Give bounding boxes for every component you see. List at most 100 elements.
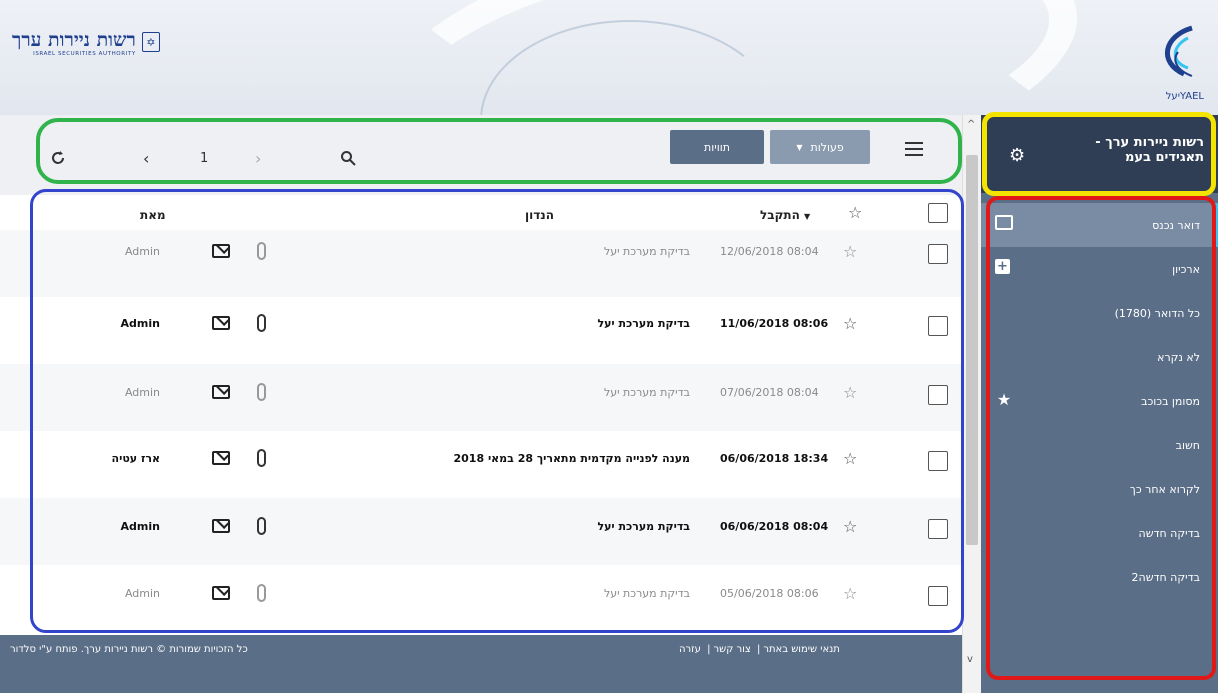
table-row[interactable]: Admin בדיקת מערכת יעל 12/06/2018 08:04 ☆ <box>0 230 962 297</box>
row-from: Admin <box>124 245 160 258</box>
vertical-scrollbar[interactable]: ^ v <box>962 115 981 693</box>
sidebar-item-label: כל הדואר (1780) <box>1114 306 1200 320</box>
envelope-icon[interactable] <box>212 316 230 330</box>
row-subject: בדיקת מערכת יעל <box>603 386 690 399</box>
envelope-icon[interactable] <box>212 519 230 533</box>
sidebar-item-important[interactable]: חשוב <box>981 423 1218 467</box>
row-checkbox[interactable] <box>928 385 948 405</box>
org-selector[interactable]: רשות ניירות ערך - תאגידים בעמ ⚙ <box>981 115 1218 193</box>
paperclip-icon <box>257 314 266 332</box>
table-row[interactable]: ארז עטיה מענה לפנייה מקדמית מתאריך 28 במ… <box>0 431 962 498</box>
refresh-icon[interactable] <box>50 150 66 170</box>
envelope-icon[interactable] <box>212 586 230 600</box>
sidebar-item-all-mail[interactable]: כל הדואר (1780) <box>981 291 1218 335</box>
row-date: 06/06/2018 08:04 <box>720 520 829 533</box>
row-from: Admin <box>120 317 160 330</box>
sidebar-item-label: לא נקרא <box>1157 350 1200 364</box>
column-header-received[interactable]: ▼ התקבל <box>760 208 810 222</box>
sidebar-item-label: מסומן בכוכב <box>1141 394 1200 408</box>
sidebar-item-new-test[interactable]: בדיקה חדשה <box>981 511 1218 555</box>
row-date: 06/06/2018 18:34 <box>720 452 829 465</box>
envelope-icon[interactable] <box>212 451 230 465</box>
scroll-down-icon[interactable]: v <box>967 654 973 665</box>
sidebar-item-label: לקרוא אחר כך <box>1129 482 1200 496</box>
row-checkbox[interactable] <box>928 244 948 264</box>
copyright-text: כל הזכויות שמורות © רשות ניירות ערך. פות… <box>10 644 248 655</box>
sidebar-item-unread[interactable]: לא נקרא <box>981 335 1218 379</box>
select-all-checkbox[interactable] <box>928 203 948 223</box>
footer-link-help[interactable]: עזרה <box>679 644 701 655</box>
actions-dropdown[interactable]: פעולות ▼ <box>770 130 870 164</box>
caret-down-icon: ▼ <box>796 142 803 152</box>
paperclip-icon <box>257 383 266 401</box>
star-icon[interactable]: ☆ <box>843 314 857 333</box>
star-icon[interactable]: ☆ <box>843 584 857 603</box>
row-from: Admin <box>124 386 160 399</box>
scroll-up-icon[interactable]: ^ <box>967 119 975 130</box>
star-icon[interactable]: ☆ <box>843 383 857 402</box>
scrollbar-thumb[interactable] <box>966 155 978 545</box>
brand-subtitle: ISRAEL SECURITIES AUTHORITY <box>33 51 136 57</box>
folder-sidebar: רשות ניירות ערך - תאגידים בעמ ⚙ דואר נכנ… <box>981 115 1218 693</box>
footer-link-terms[interactable]: תנאי שימוש באתר <box>763 644 839 655</box>
row-checkbox[interactable] <box>928 451 948 471</box>
row-subject: מענה לפנייה מקדמית מתאריך 28 במאי 2018 <box>453 452 690 465</box>
sidebar-item-read-later[interactable]: לקרוא אחר כך <box>981 467 1218 511</box>
gear-icon[interactable]: ⚙ <box>1009 145 1025 166</box>
row-checkbox[interactable] <box>928 316 948 336</box>
message-list: מאת הנדון ▼ התקבל ☆ Admin בדיקת מערכת יע… <box>0 195 962 635</box>
yael-logo[interactable]: יעלYAEL <box>1144 22 1204 102</box>
column-header-received-label: התקבל <box>760 208 800 222</box>
row-subject: בדיקת מערכת יעל <box>603 587 690 600</box>
star-all-icon[interactable]: ☆ <box>848 203 862 222</box>
search-icon[interactable] <box>340 150 356 170</box>
paperclip-icon <box>257 517 266 535</box>
chevron-left-icon[interactable]: ‹ <box>143 150 149 168</box>
star-icon[interactable]: ☆ <box>843 517 857 536</box>
page-footer: כל הזכויות שמורות © רשות ניירות ערך. פות… <box>0 635 962 693</box>
star-icon[interactable]: ☆ <box>843 242 857 261</box>
yael-wordmark: יעלYAEL <box>1165 91 1204 102</box>
row-checkbox[interactable] <box>928 586 948 606</box>
footer-link-contact[interactable]: צור קשר <box>713 644 750 655</box>
sidebar-item-new-test-2[interactable]: בדיקה חדשה2 <box>981 555 1218 599</box>
sidebar-item-starred[interactable]: מסומן בכוכב ★ <box>981 379 1218 423</box>
sidebar-item-label: בדיקה חדשה <box>1138 526 1200 540</box>
table-row[interactable]: Admin בדיקת מערכת יעל 07/06/2018 08:04 ☆ <box>0 364 962 431</box>
column-header-subject[interactable]: הנדון <box>525 208 554 222</box>
table-row[interactable]: Admin בדיקת מערכת יעל 05/06/2018 08:06 ☆ <box>0 565 962 632</box>
column-header-from[interactable]: מאת <box>140 208 166 222</box>
paperclip-icon <box>257 449 266 467</box>
sidebar-item-archive[interactable]: ארכיון + <box>981 247 1218 291</box>
sidebar-item-inbox[interactable]: דואר נכנס <box>981 203 1218 247</box>
paperclip-icon <box>257 242 266 260</box>
row-date: 07/06/2018 08:04 <box>720 386 819 399</box>
row-subject: בדיקת מערכת יעל <box>603 245 690 258</box>
sidebar-item-label: חשוב <box>1175 438 1200 452</box>
row-from: ארז עטיה <box>111 452 160 465</box>
star-icon[interactable]: ☆ <box>843 449 857 468</box>
yael-swoosh-icon <box>1165 25 1193 77</box>
hamburger-icon[interactable] <box>905 142 923 156</box>
sidebar-item-label: ארכיון <box>1172 262 1200 276</box>
row-from: Admin <box>124 587 160 600</box>
row-subject: בדיקת מערכת יעל <box>597 520 690 533</box>
envelope-icon[interactable] <box>212 385 230 399</box>
chevron-right-icon[interactable]: › <box>255 150 261 168</box>
labels-button[interactable]: תוויות <box>670 130 764 164</box>
table-row[interactable]: Admin בדיקת מערכת יעל 11/06/2018 08:06 ☆ <box>0 297 962 364</box>
table-row[interactable]: Admin בדיקת מערכת יעל 06/06/2018 08:04 ☆ <box>0 498 962 565</box>
footer-links: תנאי שימוש באתר| צור קשר| עזרה <box>679 644 840 655</box>
isa-logo[interactable]: רשות ניירות ערך ISRAEL SECURITIES AUTHOR… <box>12 30 160 57</box>
star-icon: ★ <box>996 390 1012 409</box>
row-checkbox[interactable] <box>928 519 948 539</box>
envelope-icon[interactable] <box>212 244 230 258</box>
actions-button-label: פעולות <box>810 140 844 154</box>
row-date: 11/06/2018 08:06 <box>720 317 829 330</box>
page-number: 1 <box>200 151 209 166</box>
sidebar-item-label: דואר נכנס <box>1152 218 1200 232</box>
table-header: מאת הנדון ▼ התקבל ☆ <box>0 195 962 235</box>
row-subject: בדיקת מערכת יעל <box>597 317 690 330</box>
sort-caret-icon: ▼ <box>804 212 811 221</box>
menorah-emblem-icon: ✡ <box>141 32 160 52</box>
